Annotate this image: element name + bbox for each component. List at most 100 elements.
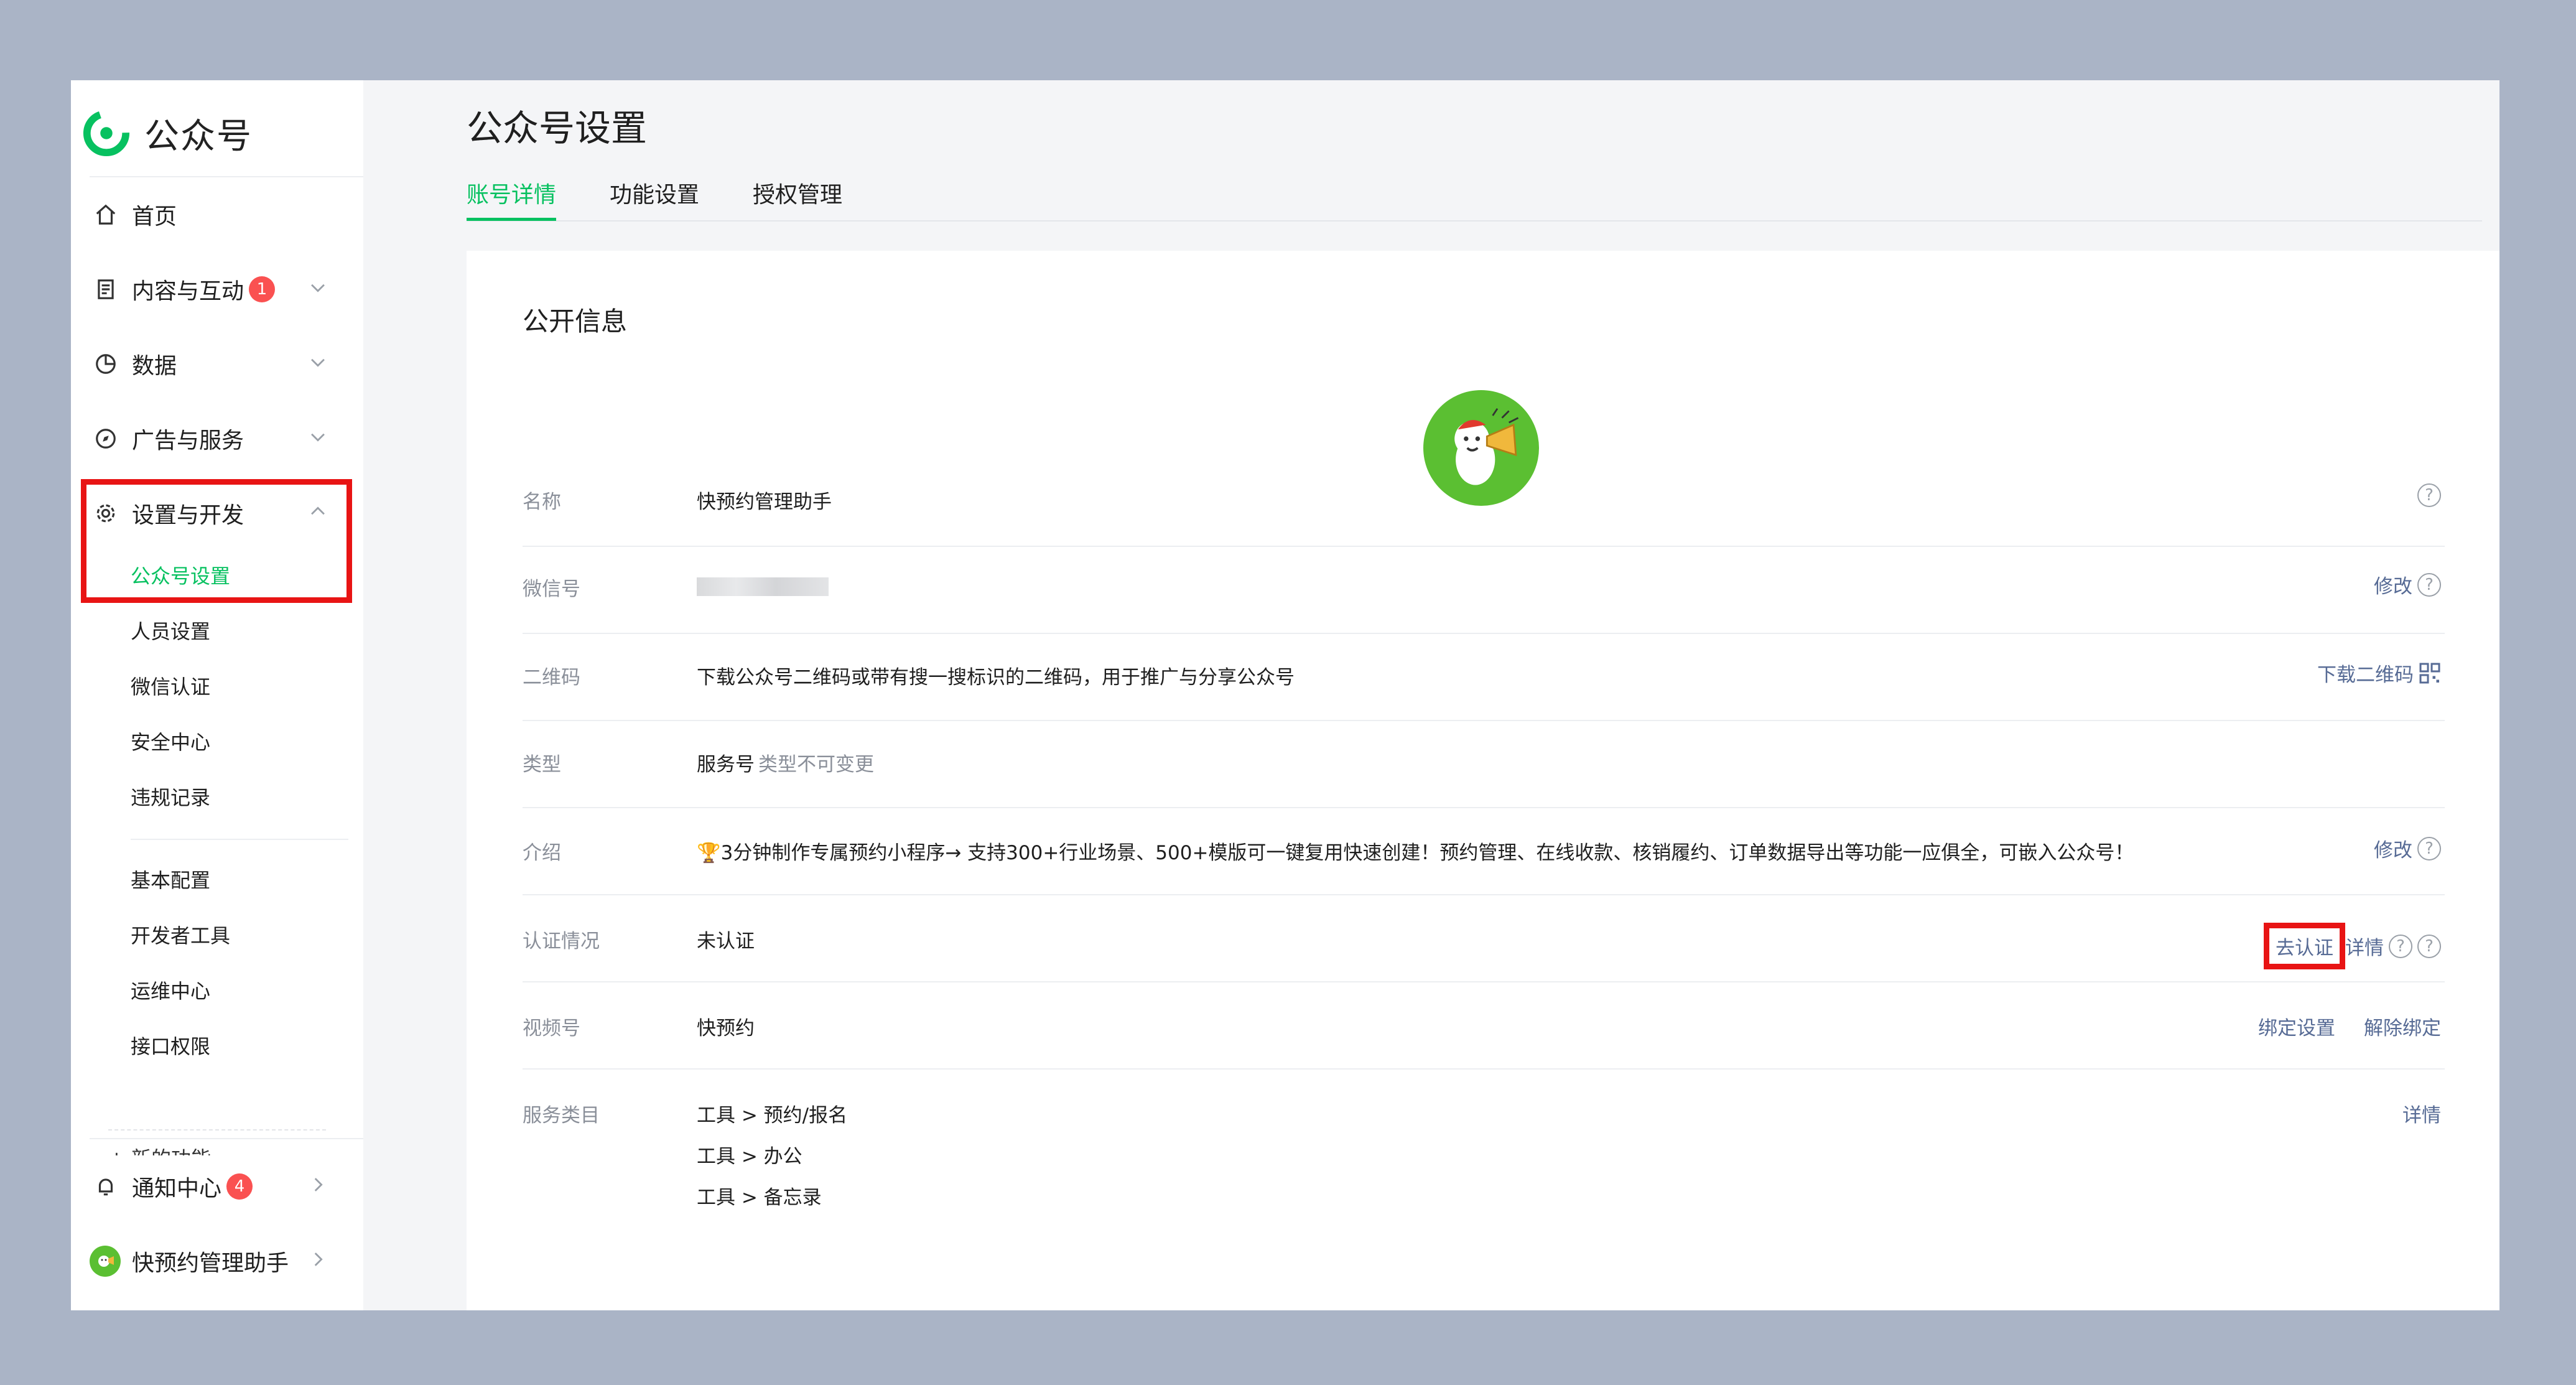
category-details-link[interactable]: 详情 [2402,1099,2441,1127]
info-row-wechat-id: 微信号 修改 ? [523,546,2445,634]
chevron-down-icon[interactable] [307,352,332,376]
nav-notify-label: 通知中心 [132,1176,222,1201]
nav-data[interactable]: 数据 [90,339,363,389]
divider [90,1138,363,1139]
bell-icon [92,1173,119,1200]
nav-content-label: 内容与互动 [132,279,244,304]
sidebar: 公众号 首页 内容与互动 1 数据 广告与服务 设置与开发 公众号设置 人员设置… [71,80,363,1310]
unbind-link[interactable]: 解除绑定 [2364,1012,2441,1040]
chevron-right-icon[interactable] [307,1174,332,1199]
chevron-down-icon[interactable] [307,426,332,451]
row-actions: 修改 ? [2374,571,2441,599]
app-window: 公众号 首页 内容与互动 1 数据 广告与服务 设置与开发 公众号设置 人员设置… [71,80,2499,1310]
details-panel: 公开信息 名称 快预约管理助手 ? 微信号 修改 ? 二维码 下载公众号二维码或… [467,251,2499,1310]
logo[interactable]: 公众号 [82,105,253,161]
category-line: 工具 > 预约/报名 [697,1104,848,1127]
verification-status: 未认证 [697,930,755,953]
channels-value: 快预约 [697,1017,755,1040]
row-label: 认证情况 [523,930,600,953]
nav-account[interactable]: 快预约管理助手 [90,1236,363,1286]
row-label: 介绍 [523,842,561,864]
chevron-right-icon[interactable] [307,1249,332,1274]
account-type-value: 服务号 类型不可变更 [697,748,874,776]
info-row-qrcode: 二维码 下载公众号二维码或带有搜一搜标识的二维码，用于推广与分享公众号 下载二维… [523,633,2445,721]
download-qrcode-link[interactable]: 下载二维码 [2317,659,2414,687]
section-title: 公开信息 [523,306,628,337]
sub-item-wechat-verify[interactable]: 微信认证 [131,667,210,704]
row-label: 二维码 [523,666,580,689]
notify-badge: 4 [226,1173,253,1200]
compass-icon [92,425,119,452]
sub-item-violation-record[interactable]: 违规记录 [131,778,210,815]
sub-item-dev-tools[interactable]: 开发者工具 [131,916,230,953]
edit-wechat-id-link[interactable]: 修改 [2374,571,2412,599]
page-title: 公众号设置 [467,107,648,149]
wechat-id-value-redacted [697,574,829,597]
nav-content[interactable]: 内容与互动 1 [90,264,363,314]
row-label: 微信号 [523,578,580,600]
new-features-item[interactable]: + 新的功能 [108,1129,326,1155]
document-icon [92,276,119,303]
divider [131,839,348,840]
qrcode-icon[interactable] [2419,662,2441,684]
pie-chart-icon [92,350,119,378]
category-line: 工具 > 备忘录 [697,1187,822,1209]
info-row-intro: 介绍 🏆3分钟制作专属预约小程序→ 支持300+行业场景、500+模版可一键复用… [523,807,2445,895]
tab-bar: 账号详情 功能设置 授权管理 [467,177,2482,222]
edit-intro-link[interactable]: 修改 [2374,834,2412,862]
account-avatar [90,1246,121,1277]
row-label: 视频号 [523,1017,580,1040]
go-verify-button[interactable]: 去认证 [2264,923,2345,969]
sub-item-staff-settings[interactable]: 人员设置 [131,612,210,649]
info-row-type: 类型 服务号 类型不可变更 [523,720,2445,808]
verify-details-link[interactable]: 详情 [2345,932,2384,960]
divider [90,176,363,177]
qrcode-description: 下载公众号二维码或带有搜一搜标识的二维码，用于推广与分享公众号 [697,666,1295,689]
account-type-note: 类型不可变更 [758,753,874,776]
row-label: 服务类目 [523,1104,600,1127]
intro-value: 🏆3分钟制作专属预约小程序→ 支持300+行业场景、500+模版可一键复用快速创… [697,842,2134,864]
sub-item-api-permissions[interactable]: 接口权限 [131,1027,210,1064]
nav-ads-label: 广告与服务 [132,428,244,454]
info-row-category: 服务类目 工具 > 预约/报名 工具 > 办公 工具 > 备忘录 详情 [523,1068,2445,1230]
nav-home[interactable]: 首页 [90,190,363,240]
row-label: 名称 [523,491,561,513]
row-actions: 去认证 详情 ? ? [2264,923,2441,969]
row-actions: 下载二维码 [2317,659,2441,687]
tab-authorization[interactable]: 授权管理 [753,177,842,218]
category-line: 工具 > 办公 [697,1145,802,1168]
new-features-label: + 新的功能 [108,1147,211,1155]
tab-feature-settings[interactable]: 功能设置 [610,177,699,218]
nav-account-label: 快预约管理助手 [132,1251,289,1276]
chevron-down-icon[interactable] [307,277,332,302]
highlight-box [81,479,352,603]
account-name-value: 快预约管理助手 [697,491,832,513]
nav-ads[interactable]: 广告与服务 [90,414,363,464]
help-icon[interactable]: ? [2389,934,2412,958]
sub-item-ops-center[interactable]: 运维中心 [131,971,210,1009]
row-actions: 修改 ? [2374,834,2441,862]
info-row-verification: 认证情况 未认证 去认证 详情 ? ? [523,894,2445,982]
help-icon[interactable]: ? [2417,836,2441,860]
account-type: 服务号 [697,753,755,776]
bind-settings-link[interactable]: 绑定设置 [2258,1012,2335,1040]
row-label: 类型 [523,753,561,776]
tab-account-details[interactable]: 账号详情 [467,177,557,221]
help-icon[interactable]: ? [2417,934,2441,958]
row-actions: 详情 [2402,1099,2441,1127]
sub-item-security-center[interactable]: 安全中心 [131,722,210,760]
info-row-name: 名称 快预约管理助手 ? [523,475,2445,547]
nav-notify[interactable]: 通知中心 4 [90,1162,363,1211]
nav-home-label: 首页 [132,204,177,230]
logo-text: 公众号 [144,116,253,157]
nav-data-label: 数据 [132,353,177,379]
sub-item-basic-config[interactable]: 基本配置 [131,860,210,898]
home-icon [92,201,119,228]
row-actions: ? [2412,483,2441,507]
help-icon[interactable]: ? [2417,572,2441,597]
wechat-mp-logo-icon [83,110,130,157]
info-row-channels: 视频号 快预约 绑定设置 解除绑定 [523,981,2445,1070]
help-icon[interactable]: ? [2417,483,2441,507]
row-actions: 绑定设置 解除绑定 [2258,1012,2441,1040]
content-badge: 1 [249,276,276,302]
